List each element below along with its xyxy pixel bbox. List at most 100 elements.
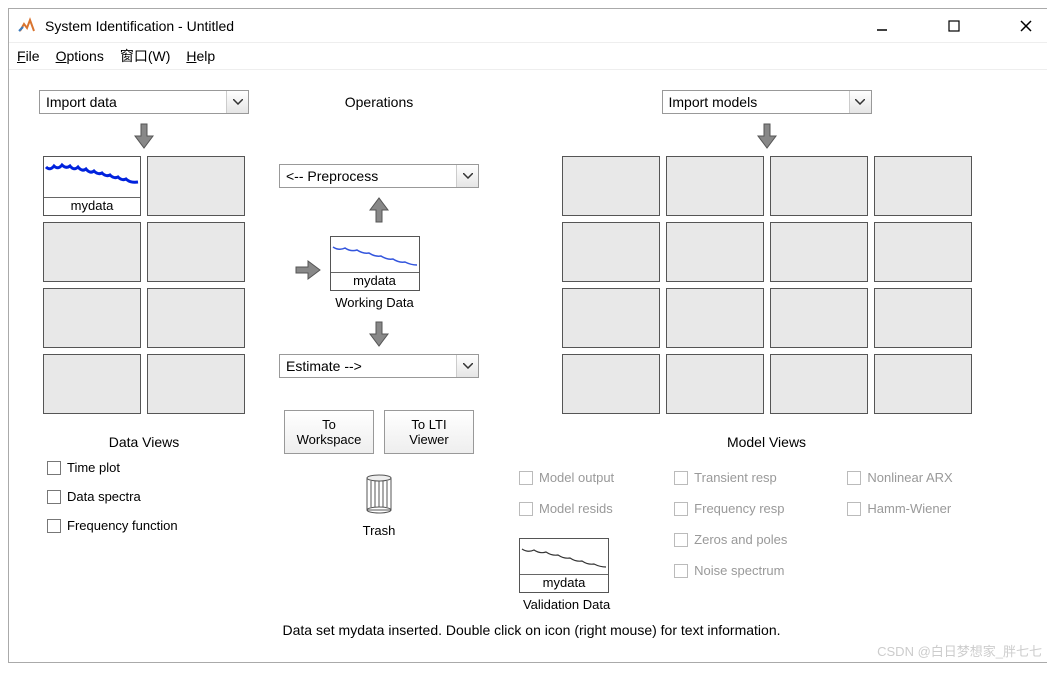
validation-data-label: Validation Data	[519, 597, 614, 612]
window-title: System Identification - Untitled	[45, 18, 862, 34]
model-slot-15[interactable]	[770, 354, 868, 414]
minimize-button[interactable]	[862, 12, 902, 40]
model-slot-10[interactable]	[666, 288, 764, 348]
model-slot-2[interactable]	[666, 156, 764, 216]
watermark: CSDN @白日梦想家_胖七七	[877, 641, 1042, 660]
menu-window[interactable]: 窗口(W)	[120, 46, 171, 66]
data-slot-8[interactable]	[147, 354, 245, 414]
model-slot-3[interactable]	[770, 156, 868, 216]
check-noise-spectrum[interactable]: Noise spectrum	[674, 563, 787, 578]
validation-data-name: mydata	[520, 574, 608, 590]
model-slot-8[interactable]	[874, 222, 972, 282]
model-slot-5[interactable]	[562, 222, 660, 282]
model-views-col2: Transient resp Frequency resp Zeros and …	[674, 470, 787, 612]
models-column: Import models	[509, 90, 1024, 612]
maximize-icon	[948, 20, 960, 32]
preprocess-label: <-- Preprocess	[280, 168, 456, 184]
check-data-spectra[interactable]: Data spectra	[47, 489, 141, 504]
data-slot-2[interactable]	[147, 156, 245, 216]
working-data-box[interactable]: mydata	[330, 236, 420, 291]
data-slot-6[interactable]	[147, 288, 245, 348]
data-slot-3[interactable]	[43, 222, 141, 282]
check-time-plot-label: Time plot	[67, 460, 120, 475]
data-slot-5[interactable]	[43, 288, 141, 348]
matlab-icon	[17, 16, 37, 36]
operations-column: Operations <-- Preprocess	[269, 90, 489, 612]
check-frequency-function[interactable]: Frequency function	[47, 518, 178, 533]
validation-data-box[interactable]: mydata	[519, 538, 609, 593]
model-slot-16[interactable]	[874, 354, 972, 414]
import-data-dropdown[interactable]: Import data	[39, 90, 249, 114]
menu-options[interactable]: Options	[56, 48, 104, 64]
checkbox-icon	[674, 502, 688, 516]
check-frequency-label: Frequency resp	[694, 501, 784, 516]
checkbox-icon	[847, 502, 861, 516]
validation-data-container: mydata Validation Data	[519, 528, 614, 612]
data-views-title: Data Views	[109, 434, 180, 450]
data-column: Import data mydata	[39, 90, 249, 612]
trash-label: Trash	[359, 523, 399, 538]
data-thumbnail-icon	[44, 157, 140, 199]
maximize-button[interactable]	[934, 12, 974, 40]
data-slot-1[interactable]: mydata	[43, 156, 141, 216]
to-workspace-button[interactable]: To Workspace	[284, 410, 374, 454]
dropdown-arrow-icon	[456, 355, 478, 377]
working-data-label: Working Data	[330, 295, 420, 310]
check-hamm-wiener[interactable]: Hamm-Wiener	[847, 501, 952, 516]
check-nonlinear-arx[interactable]: Nonlinear ARX	[847, 470, 952, 485]
arrow-down-icon	[364, 320, 394, 348]
model-slot-7[interactable]	[770, 222, 868, 282]
dropdown-arrow-icon	[226, 91, 248, 113]
model-slot-4[interactable]	[874, 156, 972, 216]
ops-button-row: To Workspace To LTI Viewer	[284, 410, 474, 454]
menu-file[interactable]: File	[17, 48, 40, 64]
model-slot-9[interactable]	[562, 288, 660, 348]
menu-help[interactable]: Help	[186, 48, 215, 64]
preprocess-dropdown[interactable]: <-- Preprocess	[279, 164, 479, 188]
check-zeros-poles[interactable]: Zeros and poles	[674, 532, 787, 547]
model-slot-12[interactable]	[874, 288, 972, 348]
model-slot-13[interactable]	[562, 354, 660, 414]
data-slot-grid: mydata	[43, 156, 245, 414]
data-views-list: Time plot Data spectra Frequency functio…	[39, 460, 249, 533]
checkbox-icon	[47, 490, 61, 504]
estimate-dropdown[interactable]: Estimate -->	[279, 354, 479, 378]
to-lti-viewer-button[interactable]: To LTI Viewer	[384, 410, 474, 454]
dropdown-arrow-icon	[456, 165, 478, 187]
check-model-output-label: Model output	[539, 470, 614, 485]
checkbox-icon	[674, 533, 688, 547]
check-model-output[interactable]: Model output	[519, 470, 614, 485]
model-slot-grid	[562, 156, 972, 414]
trash-icon	[359, 468, 399, 514]
model-slot-6[interactable]	[666, 222, 764, 282]
check-hamm-label: Hamm-Wiener	[867, 501, 951, 516]
data-slot-4[interactable]	[147, 222, 245, 282]
import-models-dropdown[interactable]: Import models	[662, 90, 872, 114]
model-views-col3: Nonlinear ARX Hamm-Wiener	[847, 470, 952, 612]
working-data-thumbnail-icon	[331, 237, 419, 275]
operations-title: Operations	[345, 94, 413, 110]
model-slot-11[interactable]	[770, 288, 868, 348]
check-transient-resp[interactable]: Transient resp	[674, 470, 787, 485]
check-frequency-function-label: Frequency function	[67, 518, 178, 533]
checkbox-icon	[47, 461, 61, 475]
check-model-resids[interactable]: Model resids	[519, 501, 614, 516]
checkbox-icon	[674, 564, 688, 578]
data-slot-7[interactable]	[43, 354, 141, 414]
trash-area[interactable]: Trash	[359, 468, 399, 538]
model-slot-14[interactable]	[666, 354, 764, 414]
check-frequency-resp[interactable]: Frequency resp	[674, 501, 787, 516]
model-slot-1[interactable]	[562, 156, 660, 216]
check-transient-label: Transient resp	[694, 470, 777, 485]
checkbox-icon	[519, 502, 533, 516]
arrow-down-icon	[752, 122, 782, 150]
window-controls	[862, 12, 1046, 40]
model-views-row: Model output Model resids mydata	[509, 470, 1024, 612]
titlebar: System Identification - Untitled	[9, 9, 1047, 43]
import-models-label: Import models	[663, 94, 849, 110]
menubar: File Options 窗口(W) Help	[9, 43, 1047, 70]
data-slot-1-label: mydata	[44, 197, 140, 213]
close-button[interactable]	[1006, 12, 1046, 40]
check-time-plot[interactable]: Time plot	[47, 460, 120, 475]
model-views-col1: Model output Model resids mydata	[519, 470, 614, 612]
